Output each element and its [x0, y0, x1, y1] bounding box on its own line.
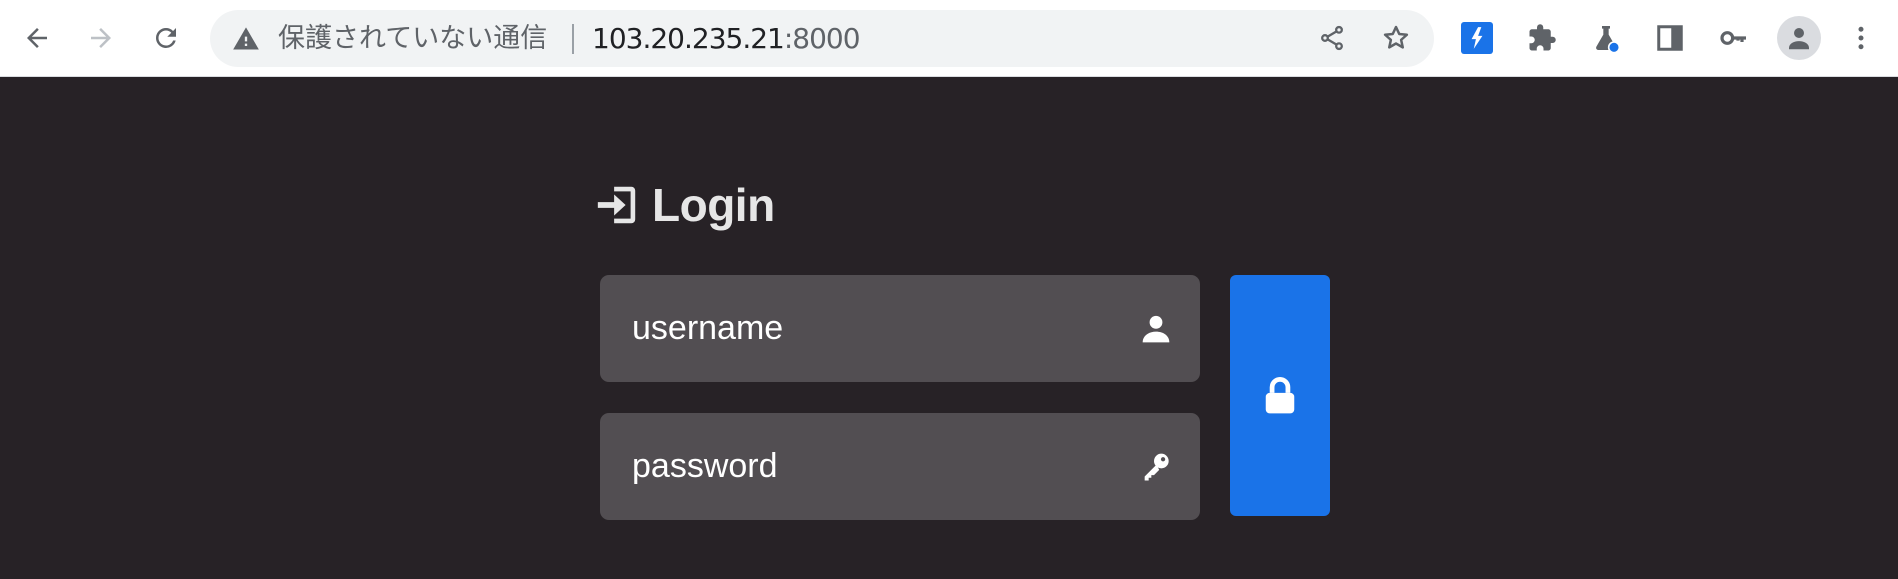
profile-button[interactable] — [1775, 14, 1823, 62]
back-button[interactable] — [13, 14, 61, 62]
user-icon — [1142, 315, 1170, 343]
avatar — [1777, 16, 1821, 60]
browser-menu-button[interactable] — [1837, 14, 1885, 62]
extensions-button[interactable] — [1518, 14, 1566, 62]
username-field[interactable]: username — [600, 275, 1200, 382]
more-vertical-icon — [1858, 26, 1864, 50]
share-icon — [1321, 25, 1343, 51]
username-placeholder: username — [632, 309, 784, 347]
address-bar[interactable]: 保護されていない通信 103.20.235.21:8000 — [210, 10, 1434, 67]
side-panel-button[interactable] — [1646, 14, 1694, 62]
reload-button[interactable] — [142, 14, 190, 62]
lock-icon — [1265, 376, 1295, 413]
warning-triangle-icon — [233, 27, 259, 50]
password-field[interactable]: password — [600, 413, 1200, 520]
flask-icon — [1596, 26, 1621, 54]
url-text[interactable]: 103.20.235.21:8000 — [592, 22, 861, 55]
forward-button[interactable] — [77, 14, 125, 62]
login-submit-button[interactable] — [1230, 275, 1330, 516]
login-heading: Login — [594, 178, 775, 232]
forward-arrow-icon — [91, 28, 111, 48]
plug-extension-icon — [1461, 22, 1493, 54]
extension-plug-button[interactable] — [1453, 14, 1501, 62]
side-panel-icon — [1657, 25, 1683, 51]
bookmark-button[interactable] — [1372, 14, 1420, 62]
key-icon — [1144, 453, 1169, 481]
puzzle-icon — [1529, 24, 1556, 51]
password-placeholder: password — [632, 447, 778, 485]
url-port: :8000 — [783, 22, 861, 55]
reload-icon — [156, 28, 176, 48]
key-icon — [1720, 31, 1746, 45]
sign-in-icon — [597, 186, 636, 224]
passwords-button[interactable] — [1710, 14, 1758, 62]
omnibox-divider — [572, 24, 574, 54]
share-button[interactable] — [1308, 14, 1356, 62]
star-icon — [1383, 25, 1409, 49]
browser-toolbar: 保護されていない通信 103.20.235.21:8000 — [0, 0, 1898, 77]
security-status-label[interactable]: 保護されていない通信 — [278, 24, 547, 54]
url-host: 103.20.235.21 — [592, 22, 785, 55]
labs-button[interactable] — [1582, 14, 1630, 62]
login-title: Login — [652, 179, 775, 231]
person-icon — [1789, 28, 1809, 50]
back-arrow-icon — [27, 28, 47, 48]
